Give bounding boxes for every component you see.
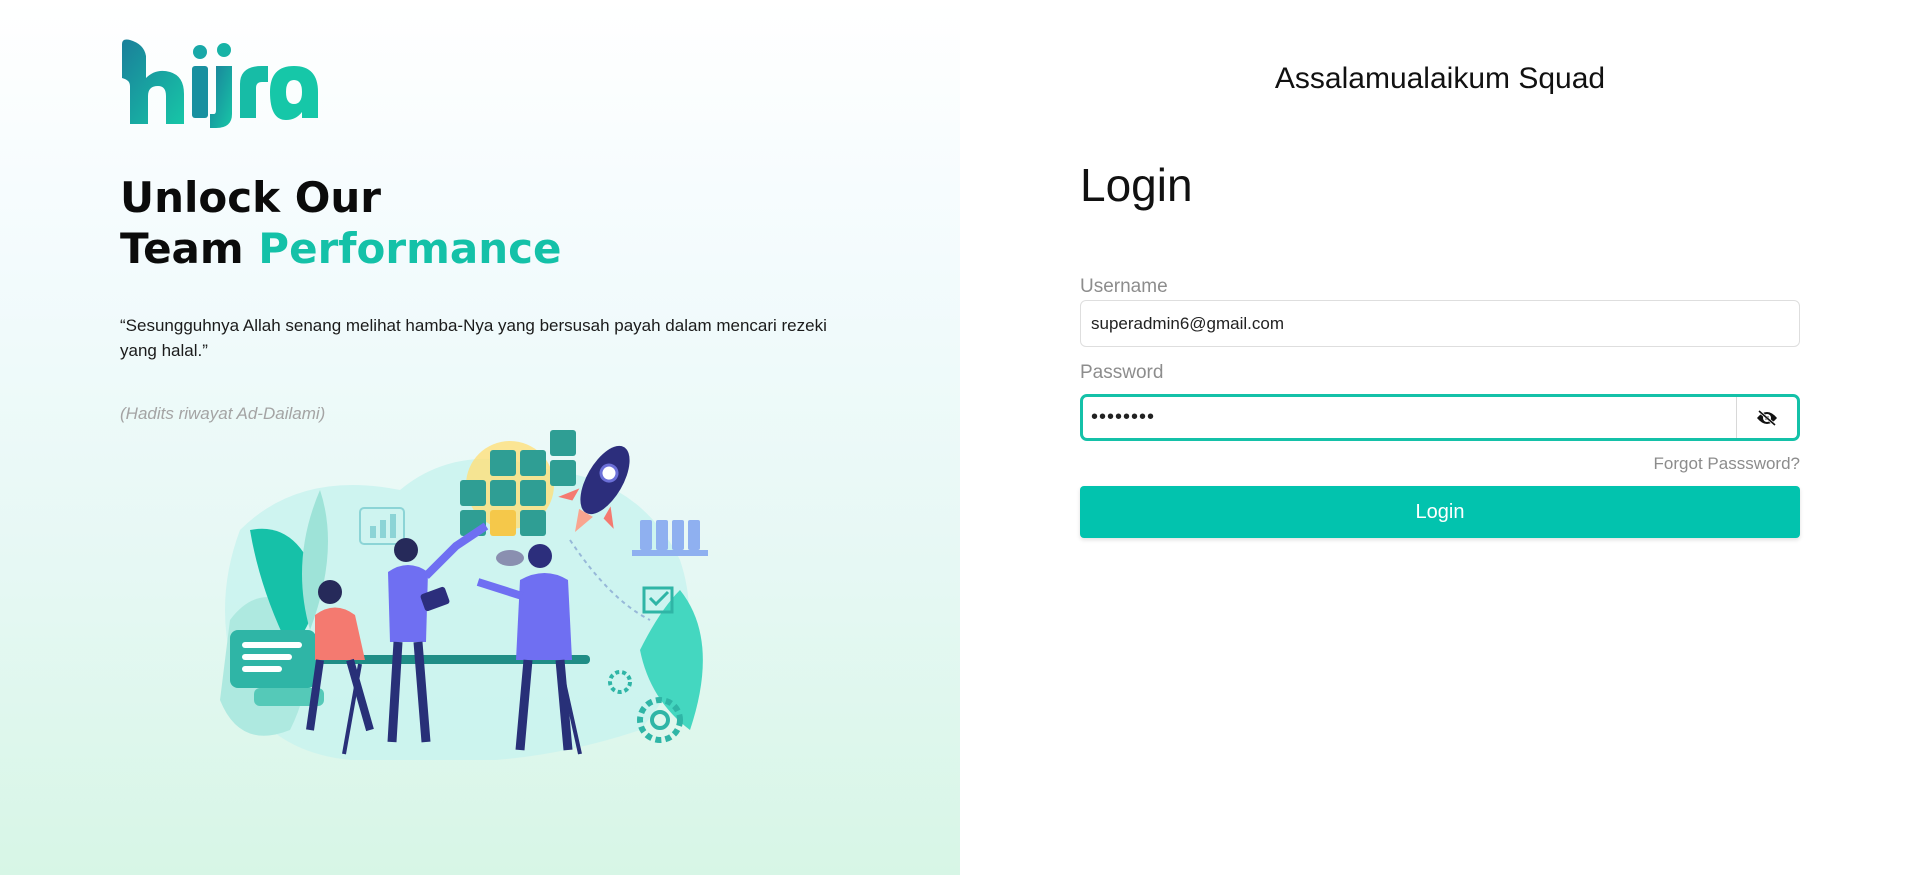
password-visibility-toggle[interactable] bbox=[1736, 397, 1797, 438]
login-title: Login bbox=[1080, 159, 1193, 211]
password-field bbox=[1080, 394, 1800, 441]
username-input[interactable] bbox=[1091, 301, 1731, 346]
forgot-password-link[interactable]: Forgot Passsword? bbox=[1654, 454, 1800, 474]
headline-line2-accent: Performance bbox=[258, 224, 562, 273]
hero-panel: Unlock Our Team Performance “Sesungguhny… bbox=[0, 0, 960, 875]
username-field bbox=[1080, 300, 1800, 347]
headline-line1: Unlock Our bbox=[120, 173, 382, 222]
hadith-quote: “Sesungguhnya Allah senang melihat hamba… bbox=[120, 316, 827, 360]
hero-headline: Unlock Our Team Performance bbox=[120, 172, 562, 274]
login-panel: Assalamualaikum Squad Login Username Pas… bbox=[960, 0, 1920, 875]
headline-line2-plain: Team bbox=[120, 224, 244, 273]
eye-off-icon bbox=[1757, 409, 1777, 426]
login-button[interactable]: Login bbox=[1080, 486, 1800, 538]
username-label: Username bbox=[1080, 276, 1168, 297]
greeting-text: Assalamualaikum Squad bbox=[1274, 62, 1606, 95]
password-label: Password bbox=[1080, 362, 1164, 383]
password-input[interactable] bbox=[1091, 397, 1731, 438]
team-puzzle-illustration bbox=[220, 430, 708, 760]
hijra-logo bbox=[122, 39, 318, 128]
